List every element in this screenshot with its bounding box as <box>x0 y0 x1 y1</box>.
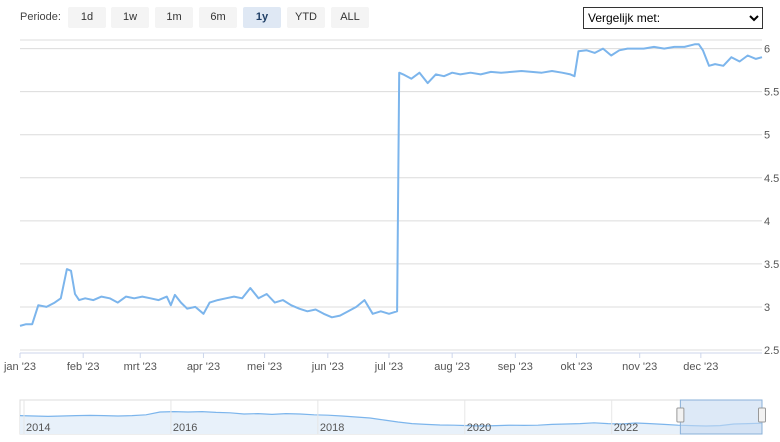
y-tick-label: 6 <box>764 44 770 56</box>
x-tick-label: sep '23 <box>498 361 533 373</box>
range-button-1d[interactable]: 1d <box>68 7 106 28</box>
range-button-ytd[interactable]: YTD <box>287 7 325 28</box>
y-tick-label: 5 <box>764 130 770 142</box>
range-toolbar: Periode: 1d 1w 1m 6m 1y YTD ALL Vergelij… <box>0 0 780 36</box>
x-tick-label: feb '23 <box>67 361 100 373</box>
x-tick-label: okt '23 <box>560 361 592 373</box>
x-tick-label: apr '23 <box>187 361 220 373</box>
y-tick-label: 4 <box>764 216 770 228</box>
navigator-chart[interactable]: 2014 2016 2018 2020 2022 <box>0 396 780 440</box>
x-tick-label: jun '23 <box>311 361 344 373</box>
x-axis: jan '23 feb '23 mrt '23 apr '23 mei '23 jun '… <box>3 352 762 373</box>
navigator-year-label: 2018 <box>320 422 344 434</box>
navigator-year-label: 2020 <box>467 422 491 434</box>
navigator-year-label: 2022 <box>614 422 638 434</box>
x-tick-label: jul '23 <box>374 361 403 373</box>
x-tick-label: mrt '23 <box>124 361 157 373</box>
navigator-handle-left[interactable] <box>676 407 685 423</box>
range-button-1w[interactable]: 1w <box>111 7 149 28</box>
price-line-chart[interactable]: 2.5 3 3.5 4 4.5 5 5.5 6 jan '23 feb '23 mrt '23 ap… <box>0 36 780 386</box>
x-tick-label: jan '23 <box>3 361 36 373</box>
series-layer <box>19 43 763 327</box>
range-button-6m[interactable]: 6m <box>199 7 237 28</box>
x-tick-label: mei '23 <box>247 361 282 373</box>
navigator-layer: 2014 2016 2018 2020 2022 <box>19 399 766 435</box>
x-tick-label: nov '23 <box>622 361 657 373</box>
y-tick-label: 3.5 <box>764 259 779 271</box>
range-button-all[interactable]: ALL <box>331 7 369 28</box>
x-tick-label: aug '23 <box>434 361 470 373</box>
range-button-1y[interactable]: 1y <box>243 7 281 28</box>
y-tick-label: 5.5 <box>764 87 779 99</box>
y-tick-label: 2.5 <box>764 345 779 357</box>
series-line <box>19 43 763 327</box>
periode-label: Periode: <box>20 11 61 23</box>
y-tick-label: 3 <box>764 302 770 314</box>
range-button-1m[interactable]: 1m <box>155 7 193 28</box>
grid-layer <box>20 39 762 351</box>
navigator-handle-right[interactable] <box>758 407 766 423</box>
navigator-year-label: 2016 <box>173 422 197 434</box>
compare-select[interactable]: Vergelijk met: <box>583 7 763 29</box>
navigator-selection[interactable] <box>679 399 763 435</box>
navigator-year-label: 2014 <box>26 422 50 434</box>
y-axis: 2.5 3 3.5 4 4.5 5 5.5 6 <box>764 44 779 357</box>
y-tick-label: 4.5 <box>764 173 779 185</box>
x-tick-label: dec '23 <box>683 361 718 373</box>
